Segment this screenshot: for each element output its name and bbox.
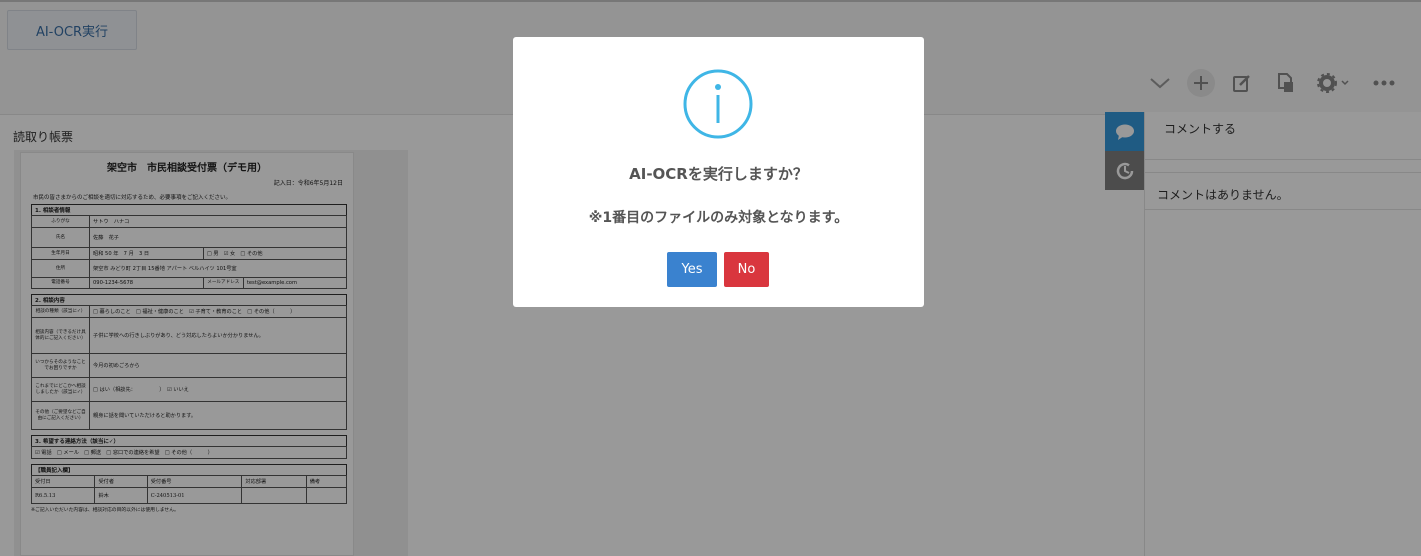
confirm-dialog: AI-OCRを実行しますか？ ※1番目のファイルのみ対象となります。 Yes N… bbox=[513, 37, 924, 307]
info-icon bbox=[683, 69, 753, 139]
dialog-note: ※1番目のファイルのみ対象となります。 bbox=[588, 210, 849, 226]
dialog-message: AI-OCRを実行しますか？ bbox=[629, 165, 808, 183]
no-button[interactable]: No bbox=[724, 252, 769, 287]
yes-button[interactable]: Yes bbox=[667, 252, 717, 287]
